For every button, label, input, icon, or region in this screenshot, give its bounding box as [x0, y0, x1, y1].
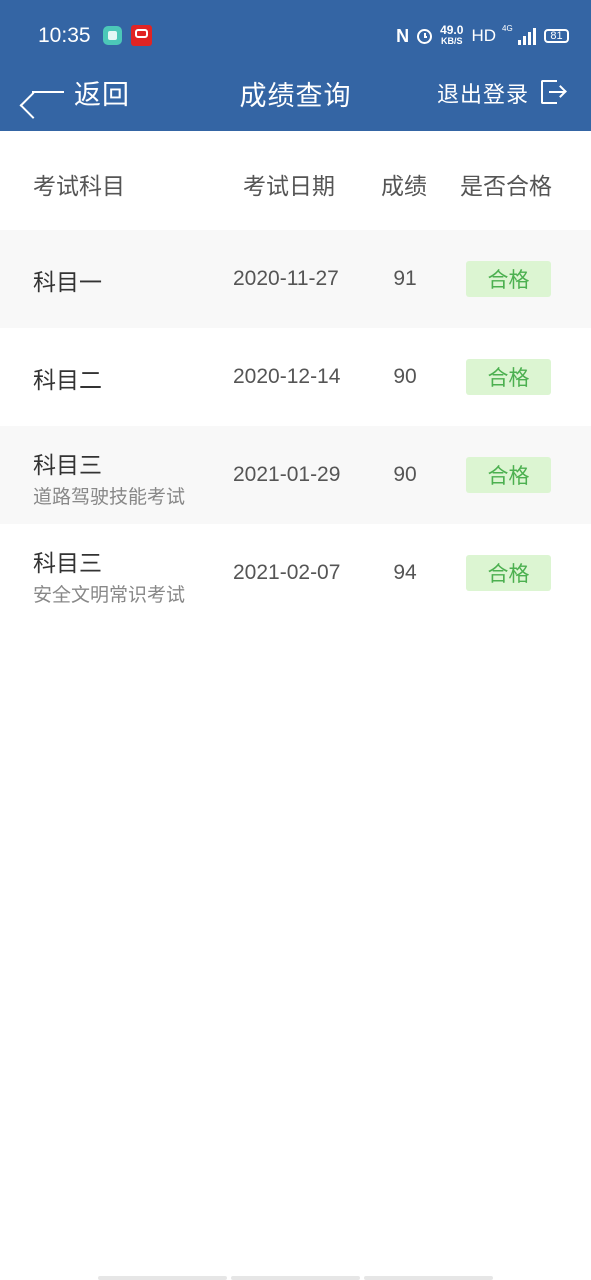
- subject-cell: 科目一: [33, 263, 102, 297]
- subject-name: 科目三: [33, 453, 102, 479]
- subject-cell: 科目二: [33, 361, 102, 395]
- exam-date: 2020-12-14: [233, 365, 341, 388]
- logout-icon: [541, 80, 567, 106]
- nfc-icon: N: [396, 25, 410, 46]
- pass-badge: 合格: [466, 261, 551, 297]
- battery-level: 81: [550, 30, 563, 42]
- table-row: 科目三 道路驾驶技能考试 2021-01-29 90 合格: [0, 426, 591, 524]
- logout-button[interactable]: 退出登录: [437, 74, 567, 112]
- exam-score: 91: [393, 267, 417, 290]
- app-notification-icon: [103, 26, 122, 45]
- speed-unit: KB/S: [441, 36, 463, 46]
- score-table: 考试科目 考试日期 成绩 是否合格 科目一 2020-11-27 91 合格 科…: [0, 131, 591, 622]
- status-time: 10:35: [38, 24, 91, 47]
- signal-icon: 4G: [502, 24, 536, 45]
- table-row: 科目一 2020-11-27 91 合格: [0, 230, 591, 328]
- subject-subtitle: 道路驾驶技能考试: [33, 486, 186, 508]
- app-header: 10:35 N 49.0 KB/S HD 4G 81 返回 成绩查询 退出登录: [0, 0, 591, 131]
- subject-cell: 科目三 安全文明常识考试: [33, 544, 185, 607]
- exam-score: 94: [393, 561, 417, 584]
- network-speed: 49.0 KB/S: [440, 23, 464, 47]
- table-row: 科目二 2020-12-14 90 合格: [0, 328, 591, 426]
- pass-badge: 合格: [466, 457, 551, 493]
- exam-date: 2021-02-07: [233, 561, 341, 584]
- battery-icon: 81: [544, 29, 569, 43]
- pass-badge: 合格: [466, 555, 551, 591]
- status-bar: 10:35 N 49.0 KB/S HD 4G 81: [0, 0, 591, 70]
- table-row: 科目三 安全文明常识考试 2021-02-07 94 合格: [0, 524, 591, 622]
- exam-date: 2020-11-27: [233, 267, 339, 290]
- speed-value: 49.0: [440, 23, 464, 37]
- subject-name: 科目一: [33, 270, 102, 296]
- status-icons: N 49.0 KB/S HD 4G 81: [396, 24, 569, 48]
- subject-name: 科目二: [33, 368, 102, 394]
- logout-label: 退出登录: [436, 83, 529, 108]
- header-pass: 是否合格: [460, 174, 552, 200]
- header-subject: 考试科目: [33, 174, 125, 200]
- hd-indicator: HD: [471, 26, 496, 45]
- subject-cell: 科目三 道路驾驶技能考试: [33, 446, 185, 509]
- gesture-bar: [98, 1276, 493, 1280]
- header-score: 成绩: [381, 174, 427, 200]
- subject-name: 科目三: [33, 551, 102, 577]
- exam-date: 2021-01-29: [233, 463, 341, 486]
- pass-badge: 合格: [466, 359, 551, 395]
- table-header: 考试科目 考试日期 成绩 是否合格: [0, 131, 591, 230]
- header-date: 考试日期: [243, 174, 335, 200]
- exam-score: 90: [393, 365, 417, 388]
- app-notification-icon-2: [131, 25, 152, 46]
- subject-subtitle: 安全文明常识考试: [33, 584, 186, 606]
- exam-score: 90: [393, 463, 417, 486]
- network-type: 4G: [502, 24, 513, 33]
- alarm-icon: [417, 28, 433, 44]
